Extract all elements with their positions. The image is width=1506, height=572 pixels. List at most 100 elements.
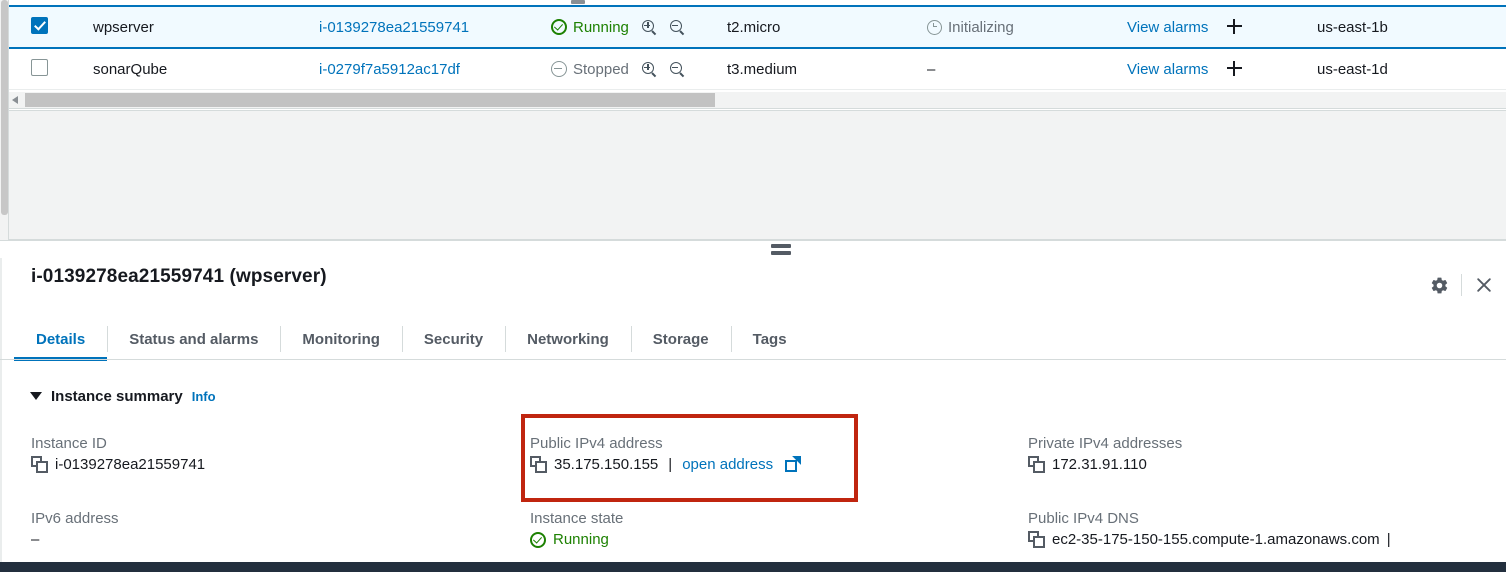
field-value-row: ec2-35-175-150-155.compute-1.amazonaws.c… — [1028, 531, 1391, 548]
panel-actions — [1417, 268, 1506, 302]
external-link-icon[interactable] — [785, 456, 802, 472]
field-label: IPv6 address — [31, 510, 119, 527]
zoom-in-icon[interactable] — [641, 61, 657, 77]
cell-instance-type: t3.medium — [727, 60, 798, 78]
field-instance-id: Instance ID i-0139278ea21559741 — [31, 435, 205, 473]
open-address-link[interactable]: open address — [682, 456, 773, 473]
field-public-ipv4-dns: Public IPv4 DNS ec2-35-175-150-155.compu… — [1028, 510, 1391, 548]
clipped-header-element — [571, 0, 585, 4]
row-select-cell[interactable] — [9, 48, 93, 90]
row-checkbox-wpserver[interactable] — [31, 16, 48, 34]
clock-icon — [927, 19, 942, 35]
cell-name: wpserver — [93, 18, 154, 36]
view-alarms-link[interactable]: View alarms — [1127, 19, 1208, 36]
settings-button[interactable] — [1417, 268, 1461, 302]
copy-icon[interactable] — [1028, 456, 1045, 473]
zoom-out-icon[interactable] — [669, 61, 685, 77]
cell-alarm-status[interactable]: View alarms — [1127, 6, 1317, 48]
check-circle-icon — [551, 19, 567, 35]
instances-table: wpserver i-0139278ea21559741 Running t2.… — [9, 5, 1506, 90]
cell-status-check: – — [927, 48, 1127, 90]
collapse-caret-icon[interactable] — [30, 392, 42, 400]
close-icon — [1477, 278, 1491, 292]
cell-instance-id[interactable]: i-0139278ea21559741 — [319, 6, 551, 48]
gear-icon — [1431, 277, 1447, 293]
public-dns-trailing: | — [1386, 531, 1391, 548]
tab-networking[interactable]: Networking — [505, 318, 631, 360]
instance-detail-panel: i-0139278ea21559741 (wpserver) Details S… — [0, 258, 1506, 562]
field-value-row: 172.31.91.110 — [1028, 456, 1182, 473]
field-value-row: Running — [530, 531, 623, 548]
cell-instance-type: t2.micro — [727, 18, 781, 36]
detail-tabs: Details Status and alarms Monitoring Sec… — [14, 318, 809, 361]
instance-id-link[interactable]: i-0279f7a5912ac17df — [319, 61, 460, 78]
field-public-ipv4-address: Public IPv4 address 35.175.150.155 | ope… — [530, 435, 802, 473]
field-label: Instance state — [530, 510, 624, 527]
cell-alarm-status[interactable]: View alarms — [1127, 48, 1317, 90]
cell-availability-zone: us-east-1b — [1317, 18, 1388, 36]
cell-status-check: Initializing — [927, 6, 1127, 48]
tab-security[interactable]: Security — [401, 318, 505, 360]
ipv6-value: – — [31, 531, 40, 548]
instance-summary-title: Instance summary — [51, 388, 183, 405]
tab-status-and-alarms[interactable]: Status and alarms — [107, 318, 280, 360]
add-alarm-icon[interactable] — [1226, 60, 1242, 76]
page-title: i-0139278ea21559741 (wpserver) — [31, 266, 327, 287]
cell-availability-zone: us-east-1d — [1317, 60, 1388, 78]
copy-icon[interactable] — [31, 456, 48, 473]
table-row[interactable]: sonarQube i-0279f7a5912ac17df Stopped t3… — [9, 48, 1506, 90]
splitter-drag-handle-icon[interactable] — [771, 244, 791, 255]
public-ipv4-value: 35.175.150.155 — [554, 456, 659, 473]
field-value-row: i-0139278ea21559741 — [31, 456, 205, 473]
field-ipv6-address: IPv6 address – — [31, 510, 119, 548]
field-label: Instance ID — [31, 435, 107, 452]
instance-state-text: Running — [573, 18, 629, 36]
minus-circle-icon — [551, 61, 567, 77]
status-check-text: Initializing — [948, 18, 1014, 36]
instance-summary-header: Instance summary Info — [30, 388, 216, 405]
tab-storage[interactable]: Storage — [630, 318, 731, 360]
tab-tags[interactable]: Tags — [730, 318, 809, 360]
field-value-row: – — [31, 531, 119, 548]
row-checkbox-sonarqube[interactable] — [31, 58, 48, 76]
table-empty-area — [9, 110, 1506, 240]
tab-monitoring[interactable]: Monitoring — [280, 318, 401, 360]
add-alarm-icon[interactable] — [1226, 18, 1242, 34]
cell-name: sonarQube — [93, 60, 168, 78]
horizontal-scrollbar[interactable] — [9, 92, 1506, 109]
private-ipv4-value: 172.31.91.110 — [1052, 456, 1147, 473]
scroll-left-arrow-icon[interactable] — [12, 96, 18, 104]
field-private-ipv4-addresses: Private IPv4 addresses 172.31.91.110 — [1028, 435, 1182, 473]
public-dns-value: ec2-35-175-150-155.compute-1.amazonaws.c… — [1052, 531, 1380, 548]
zoom-in-icon[interactable] — [641, 19, 657, 35]
instance-id-link[interactable]: i-0139278ea21559741 — [319, 19, 469, 36]
close-panel-button[interactable] — [1462, 268, 1506, 302]
instance-state-value: Running — [553, 531, 609, 548]
field-label: Public IPv4 address — [530, 435, 663, 452]
bottom-bar — [0, 562, 1506, 572]
horizontal-scrollbar-thumb[interactable] — [25, 93, 715, 107]
tab-details[interactable]: Details — [14, 318, 108, 361]
copy-icon[interactable] — [1028, 531, 1045, 548]
panel-splitter[interactable] — [0, 240, 1506, 258]
view-alarms-link[interactable]: View alarms — [1127, 61, 1208, 78]
cell-instance-id[interactable]: i-0279f7a5912ac17df — [319, 48, 551, 90]
cell-instance-state: Stopped — [551, 48, 727, 90]
info-link[interactable]: Info — [192, 389, 216, 404]
vertical-scrollbar-thumb[interactable] — [1, 0, 8, 215]
field-label: Private IPv4 addresses — [1028, 435, 1183, 452]
instances-table-region: wpserver i-0139278ea21559741 Running t2.… — [0, 0, 1506, 240]
field-label: Public IPv4 DNS — [1028, 510, 1139, 527]
check-circle-icon — [530, 531, 546, 548]
copy-icon[interactable] — [530, 456, 547, 473]
vertical-scrollbar[interactable] — [0, 0, 9, 240]
zoom-out-icon[interactable] — [669, 19, 685, 35]
field-instance-state: Instance state Running — [530, 510, 623, 548]
value-separator: | — [668, 456, 673, 473]
instance-id-value: i-0139278ea21559741 — [55, 456, 206, 473]
status-check-text: – — [927, 60, 936, 78]
field-value-row: 35.175.150.155 | open address — [530, 456, 802, 473]
tabs-underline — [0, 359, 1506, 360]
row-select-cell[interactable] — [9, 6, 93, 48]
table-row[interactable]: wpserver i-0139278ea21559741 Running t2.… — [9, 6, 1506, 48]
